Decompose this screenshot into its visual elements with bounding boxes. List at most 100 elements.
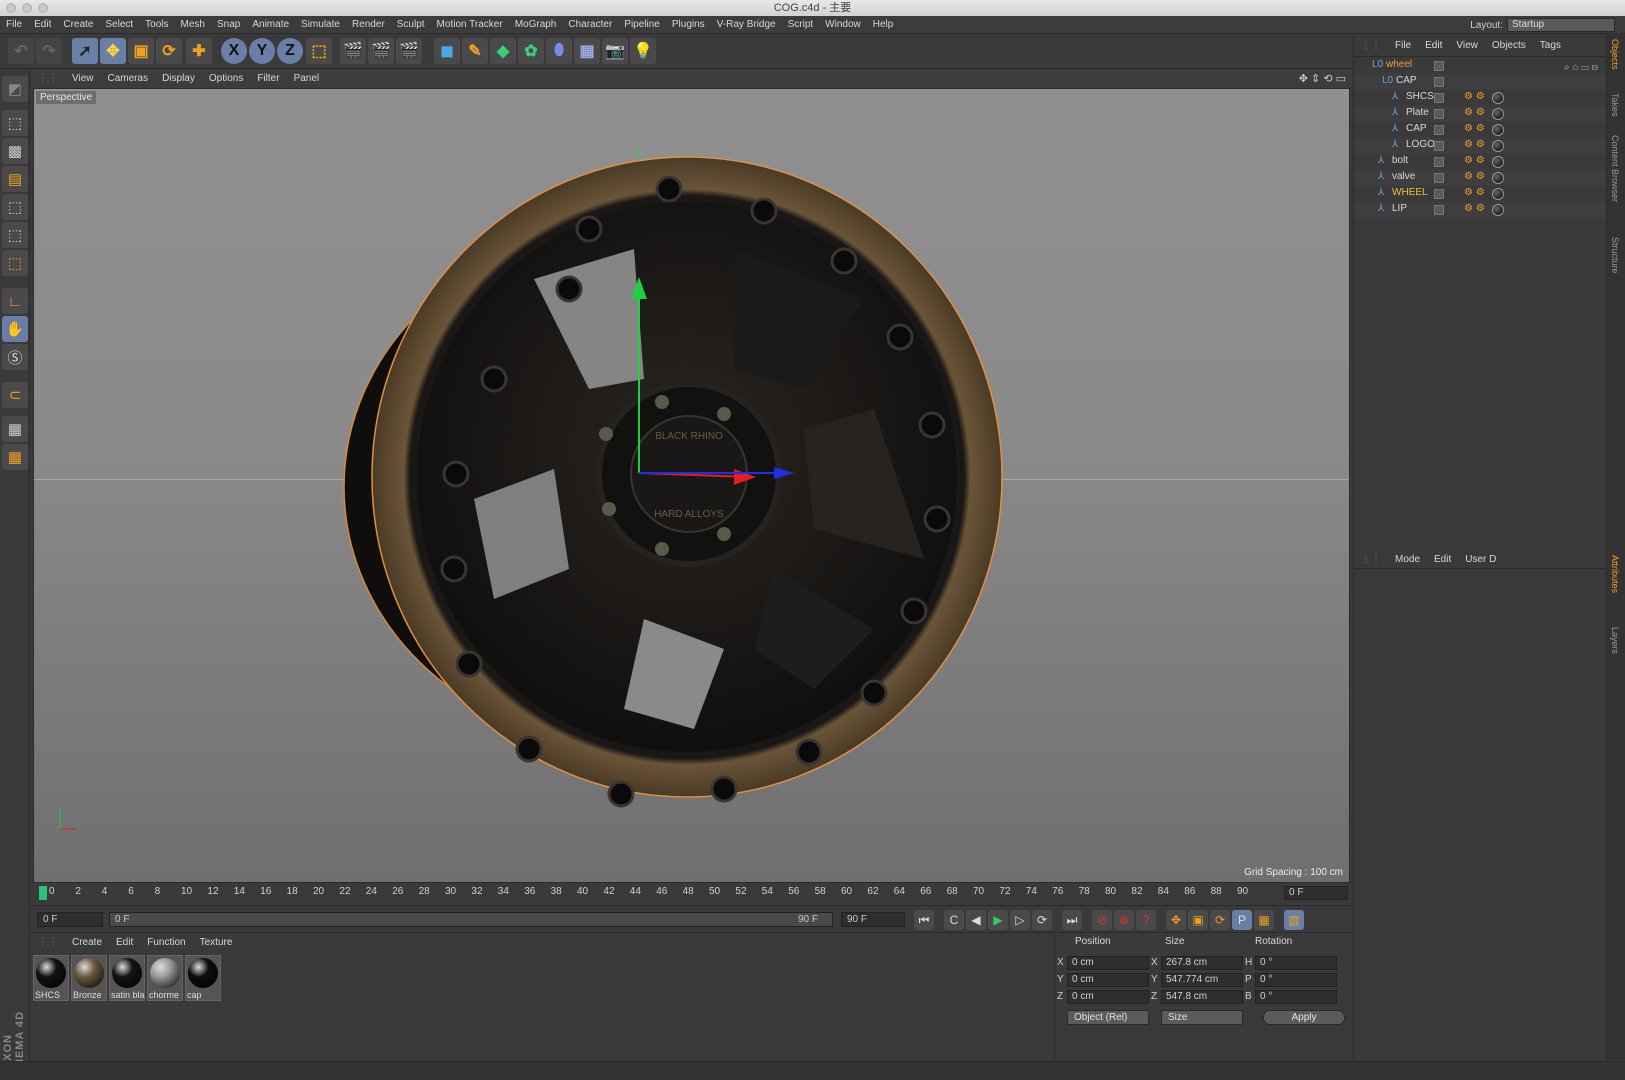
lock-workplane-icon[interactable]: ▦ (2, 416, 28, 442)
y-axis-lock-icon[interactable]: Y (249, 38, 275, 64)
material-menu-create[interactable]: Create (65, 934, 109, 952)
end-frame-field[interactable]: 90 F (841, 912, 905, 927)
workplane-icon[interactable]: ▤ (2, 166, 28, 192)
menu-item-animate[interactable]: Animate (246, 16, 295, 34)
menu-item-motion-tracker[interactable]: Motion Tracker (431, 16, 509, 34)
make-editable-icon[interactable]: ◩ (2, 76, 28, 102)
material-swatch[interactable]: cap (185, 955, 221, 1001)
size-z-field[interactable]: 547.8 cm (1161, 990, 1243, 1004)
go-to-end-icon[interactable]: ⏭ (1062, 910, 1082, 930)
object-row[interactable]: ⅄ LIP ⚙ ⚙ (1354, 202, 1606, 218)
visibility-toggle[interactable] (1434, 93, 1444, 103)
material-menu-edit[interactable]: Edit (109, 934, 140, 952)
position-y-field[interactable]: 0 cm (1067, 973, 1149, 987)
edges-mode-icon[interactable]: ⬚ (2, 222, 28, 248)
object-menu-file[interactable]: File (1388, 35, 1418, 57)
menu-item-create[interactable]: Create (57, 16, 99, 34)
object-menu-view[interactable]: View (1449, 35, 1485, 57)
next-frame-icon[interactable]: ▷ (1010, 910, 1030, 930)
menu-item-sculpt[interactable]: Sculpt (391, 16, 431, 34)
visibility-toggle[interactable] (1434, 109, 1444, 119)
scale-key-icon[interactable]: ▣ (1188, 910, 1208, 930)
object-row[interactable]: ⅄ bolt ⚙ ⚙ (1354, 154, 1606, 170)
deformer-icon[interactable]: ⬮ (546, 38, 572, 64)
zoom-window-button[interactable] (38, 3, 48, 13)
menu-item-edit[interactable]: Edit (28, 16, 57, 34)
material-tag-icon[interactable] (1492, 204, 1504, 216)
record-keys-icon[interactable]: ⊘ (1092, 910, 1112, 930)
material-tag-icon[interactable] (1492, 124, 1504, 136)
menu-item-mesh[interactable]: Mesh (175, 16, 211, 34)
pla-key-icon[interactable]: ▦ (1254, 910, 1274, 930)
material-tag-icon[interactable] (1492, 188, 1504, 200)
x-axis-lock-icon[interactable]: X (221, 38, 247, 64)
rotation-key-icon[interactable]: ⟳ (1210, 910, 1230, 930)
viewport-menu-options[interactable]: Options (202, 70, 250, 88)
menu-item-pipeline[interactable]: Pipeline (618, 16, 666, 34)
tweak-mode-icon[interactable]: ✋ (2, 316, 28, 342)
object-menu-edit[interactable]: Edit (1418, 35, 1449, 57)
menu-item-select[interactable]: Select (99, 16, 139, 34)
object-row[interactable]: ⅄ LOGO ⚙ ⚙ (1354, 138, 1606, 154)
viewport-menu-panel[interactable]: Panel (287, 70, 327, 88)
material-swatch[interactable]: satin bla (109, 955, 145, 1001)
keyframe-selection-icon[interactable]: ? (1136, 910, 1156, 930)
parameter-key-icon[interactable]: P (1232, 910, 1252, 930)
points-mode-icon[interactable]: ⬚ (2, 194, 28, 220)
object-row[interactable]: ⅄ SHCS ⚙ ⚙ (1354, 90, 1606, 106)
material-swatch[interactable]: SHCS (33, 955, 69, 1001)
render-settings-icon[interactable]: 🎬 (396, 38, 422, 64)
axis-mode-icon[interactable]: ∟ (2, 288, 28, 314)
planar-workplane-icon[interactable]: ▦ (2, 444, 28, 470)
timeline-ruler[interactable]: 0 2 4 6 8 10 12 14 16 18 20 22 24 26 28 30 32 34 36 38 40 42 4… (31, 884, 1352, 906)
render-view-icon[interactable]: 🎬 (340, 38, 366, 64)
visibility-toggle[interactable] (1434, 189, 1444, 199)
attribute-menu-edit[interactable]: Edit (1427, 551, 1458, 569)
visibility-toggle[interactable] (1434, 141, 1444, 151)
side-tab-content-browser[interactable]: Content Browser (1610, 135, 1620, 202)
material-menu-texture[interactable]: Texture (193, 934, 240, 952)
position-x-field[interactable]: 0 cm (1067, 956, 1149, 970)
minimize-window-button[interactable] (22, 3, 32, 13)
side-tab-attributes[interactable]: Attributes (1610, 555, 1620, 593)
texture-mode-icon[interactable]: ▩ (2, 138, 28, 164)
playhead[interactable] (39, 886, 47, 900)
menu-item-file[interactable]: File (0, 16, 28, 34)
rotation-b-field[interactable]: 0 ° (1255, 990, 1337, 1004)
pen-spline-icon[interactable]: ✎ (462, 38, 488, 64)
undo-icon[interactable]: ↶ (8, 38, 34, 64)
next-key-icon[interactable]: ⟳ (1032, 910, 1052, 930)
position-key-icon[interactable]: ✥ (1166, 910, 1186, 930)
viewport-menu-filter[interactable]: Filter (250, 70, 286, 88)
polygons-mode-icon[interactable]: ⬚ (2, 250, 28, 276)
move-icon[interactable]: ✥ (100, 38, 126, 64)
menu-item-character[interactable]: Character (562, 16, 618, 34)
menu-item-v-ray-bridge[interactable]: V-Ray Bridge (711, 16, 782, 34)
menu-item-window[interactable]: Window (819, 16, 867, 34)
play-icon[interactable]: ▶ (988, 910, 1008, 930)
size-y-field[interactable]: 547.774 cm (1161, 973, 1243, 987)
object-row[interactable]: ⅄ CAP ⚙ ⚙ (1354, 122, 1606, 138)
viewport-menu-cameras[interactable]: Cameras (101, 70, 156, 88)
visibility-toggle[interactable] (1434, 205, 1444, 215)
visibility-toggle[interactable] (1434, 125, 1444, 135)
autokey-icon[interactable]: ⊛ (1114, 910, 1134, 930)
wheel-model[interactable]: BLACK RHINO HARD ALLOYS (34, 89, 1350, 883)
previous-frame-icon[interactable]: ◀ (966, 910, 986, 930)
object-row[interactable]: ⅄ WHEEL ⚙ ⚙ (1354, 186, 1606, 202)
floor-icon[interactable]: ▦ (574, 38, 600, 64)
visibility-toggle[interactable] (1434, 61, 1444, 71)
3d-viewport[interactable]: Perspective BLACK RHINO HARD ALLOYS Grid… (33, 88, 1350, 883)
size-mode-dropdown[interactable]: Size (1161, 1010, 1243, 1025)
coordinate-system-icon[interactable]: ⬚ (306, 38, 332, 64)
material-tag-icon[interactable] (1492, 140, 1504, 152)
material-tag-icon[interactable] (1492, 92, 1504, 104)
object-row[interactable]: ⅄ valve ⚙ ⚙ (1354, 170, 1606, 186)
side-tab-objects[interactable]: Objects (1610, 39, 1620, 70)
side-tab-structure[interactable]: Structure (1610, 237, 1620, 274)
visibility-toggle[interactable] (1434, 157, 1444, 167)
material-menu-function[interactable]: Function (140, 934, 192, 952)
cloner-icon[interactable]: ✿ (518, 38, 544, 64)
viewport-menu-display[interactable]: Display (155, 70, 202, 88)
timeline-window-icon[interactable]: ▥ (1284, 910, 1304, 930)
